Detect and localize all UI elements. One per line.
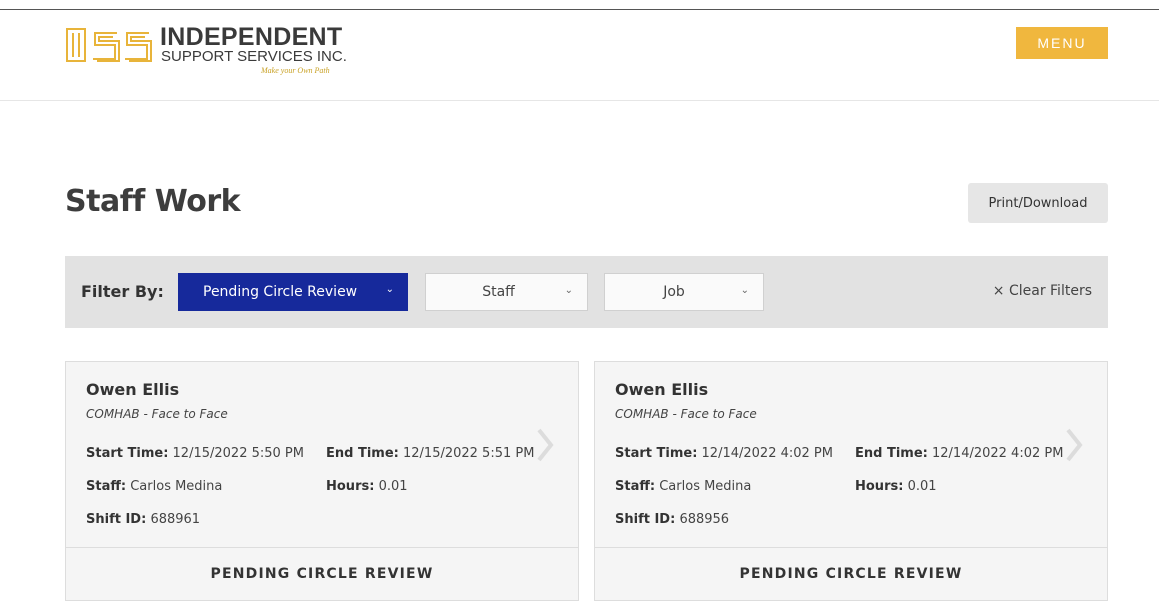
hours-value: 0.01 [907, 479, 937, 494]
card-shift-id: Shift ID: 688956 [615, 512, 729, 527]
card-hours: Hours: 0.01 [326, 479, 408, 494]
filter-label: Filter By: [81, 282, 164, 301]
card-staff: Staff: Carlos Medina [86, 479, 222, 494]
company-logo[interactable]: INDEPENDENT SUPPORT SERVICES INC. Make y… [65, 23, 365, 83]
filter-bar: Filter By: Pending Circle Review ⌄ Staff… [65, 256, 1108, 328]
page-title: Staff Work [65, 184, 241, 219]
iss-logo-mark [66, 28, 152, 62]
card-status-button[interactable]: PENDING CIRCLE REVIEW [595, 547, 1107, 600]
card-job-type: COMHAB - Face to Face [615, 407, 757, 421]
card-staff: Staff: Carlos Medina [615, 479, 751, 494]
hours-label: Hours: [855, 479, 904, 494]
card-end-time: End Time: 12/14/2022 4:02 PM [855, 446, 1063, 461]
chevron-down-icon: ⌄ [385, 284, 394, 295]
logo-tagline: Make your Own Path [261, 66, 330, 75]
hours-value: 0.01 [378, 479, 408, 494]
menu-button[interactable]: MENU [1016, 27, 1108, 59]
status-filter-value: Pending Circle Review [203, 284, 358, 300]
card-client-name: Owen Ellis [615, 380, 709, 399]
card-hours: Hours: 0.01 [855, 479, 937, 494]
end-time-value: 12/15/2022 5:51 PM [403, 446, 535, 461]
logo-company-subtitle: SUPPORT SERVICES INC. [161, 48, 347, 65]
print-download-button[interactable]: Print/Download [968, 183, 1108, 223]
start-time-value: 12/14/2022 4:02 PM [701, 446, 833, 461]
chevron-down-icon: ⌄ [740, 285, 749, 296]
end-time-label: End Time: [326, 446, 399, 461]
chevron-right-icon[interactable] [1065, 428, 1083, 462]
shift-id-value: 688956 [679, 512, 730, 527]
card-job-type: COMHAB - Face to Face [86, 407, 228, 421]
job-filter-select[interactable]: Job ⌄ [604, 273, 764, 311]
shift-id-value: 688961 [150, 512, 201, 527]
card-end-time: End Time: 12/15/2022 5:51 PM [326, 446, 534, 461]
chevron-down-icon: ⌄ [564, 285, 573, 296]
shift-id-label: Shift ID: [615, 512, 676, 527]
hours-label: Hours: [326, 479, 375, 494]
start-time-value: 12/15/2022 5:50 PM [172, 446, 304, 461]
card-status-button[interactable]: PENDING CIRCLE REVIEW [66, 547, 578, 600]
site-header: INDEPENDENT SUPPORT SERVICES INC. Make y… [0, 10, 1159, 101]
clear-filters-link[interactable]: × Clear Filters [993, 283, 1092, 299]
staff-label: Staff: [615, 479, 656, 494]
staff-value: Carlos Medina [659, 479, 752, 494]
start-time-label: Start Time: [86, 446, 169, 461]
card-start-time: Start Time: 12/14/2022 4:02 PM [615, 446, 833, 461]
status-filter-select[interactable]: Pending Circle Review ⌄ [178, 273, 408, 311]
work-card[interactable]: Owen Ellis COMHAB - Face to Face Start T… [65, 361, 579, 601]
work-card[interactable]: Owen Ellis COMHAB - Face to Face Start T… [594, 361, 1108, 601]
staff-filter-select[interactable]: Staff ⌄ [425, 273, 588, 311]
staff-filter-value: Staff [482, 284, 515, 300]
card-start-time: Start Time: 12/15/2022 5:50 PM [86, 446, 304, 461]
chevron-right-icon[interactable] [536, 428, 554, 462]
logo-company-name: INDEPENDENT [160, 23, 343, 51]
shift-id-label: Shift ID: [86, 512, 147, 527]
job-filter-value: Job [663, 284, 685, 300]
start-time-label: Start Time: [615, 446, 698, 461]
end-time-label: End Time: [855, 446, 928, 461]
staff-value: Carlos Medina [130, 479, 223, 494]
card-client-name: Owen Ellis [86, 380, 180, 399]
staff-label: Staff: [86, 479, 127, 494]
card-shift-id: Shift ID: 688961 [86, 512, 200, 527]
end-time-value: 12/14/2022 4:02 PM [932, 446, 1064, 461]
